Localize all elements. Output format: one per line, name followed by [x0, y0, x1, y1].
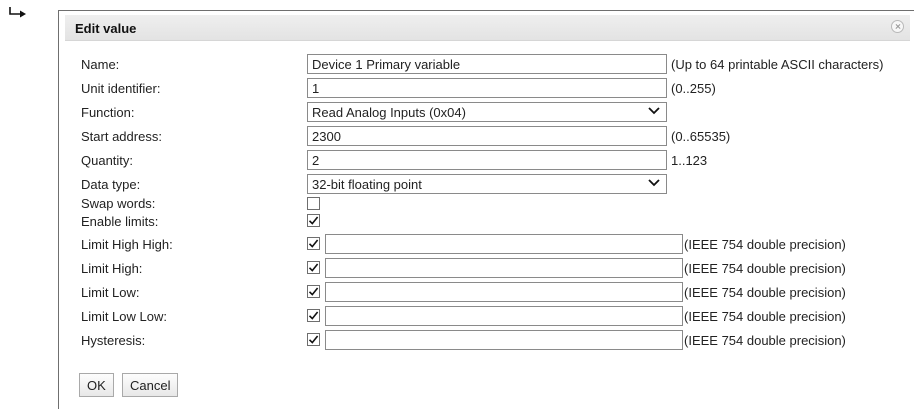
start-address-label: Start address:: [81, 129, 162, 144]
checkmark-icon: [308, 335, 319, 344]
enable-limits-label: Enable limits:: [81, 214, 159, 229]
limit-high-checkbox[interactable]: [307, 261, 320, 274]
dialog-titlebar: Edit value: [65, 15, 910, 41]
limit-high-input[interactable]: [325, 258, 683, 278]
limit-high-high-checkbox[interactable]: [307, 237, 320, 250]
limit-low-hint: (IEEE 754 double precision): [684, 285, 846, 300]
swap-words-label: Swap words:: [81, 196, 156, 211]
checkmark-icon: [308, 287, 319, 296]
function-select[interactable]: Read Analog Inputs (0x04): [307, 102, 667, 122]
close-icon[interactable]: [891, 20, 904, 33]
unit-identifier-input[interactable]: [307, 78, 667, 98]
data-type-select[interactable]: 32-bit floating point: [307, 174, 667, 194]
function-selected-value: Read Analog Inputs (0x04): [312, 105, 466, 120]
cancel-button[interactable]: Cancel: [122, 373, 179, 397]
checkmark-icon: [308, 216, 319, 225]
hysteresis-hint: (IEEE 754 double precision): [684, 333, 846, 348]
edit-value-dialog: Edit value Name: (Up to 64 printable ASC…: [58, 10, 914, 409]
data-type-selected-value: 32-bit floating point: [312, 177, 422, 192]
swap-words-checkbox[interactable]: [307, 197, 320, 210]
name-input[interactable]: [307, 54, 667, 74]
unit-identifier-hint: (0..255): [671, 81, 716, 96]
limit-low-low-label: Limit Low Low:: [81, 309, 167, 324]
start-address-input[interactable]: [307, 126, 667, 146]
limit-low-low-checkbox[interactable]: [307, 309, 320, 322]
limit-low-label: Limit Low:: [81, 285, 140, 300]
chevron-down-icon: [648, 107, 660, 115]
enable-limits-checkbox[interactable]: [307, 214, 320, 227]
limit-high-high-input[interactable]: [325, 234, 683, 254]
checkmark-icon: [308, 263, 319, 272]
limit-low-low-hint: (IEEE 754 double precision): [684, 309, 846, 324]
dialog-title: Edit value: [75, 21, 137, 36]
limit-high-label: Limit High:: [81, 261, 143, 276]
limit-low-input[interactable]: [325, 282, 683, 302]
return-arrow-icon: [9, 7, 26, 18]
chevron-down-icon: [648, 179, 660, 187]
limit-high-high-label: Limit High High:: [81, 237, 173, 252]
data-type-label: Data type:: [81, 177, 141, 192]
limit-high-hint: (IEEE 754 double precision): [684, 261, 846, 276]
unit-identifier-label: Unit identifier:: [81, 81, 161, 96]
checkmark-icon: [308, 239, 319, 248]
name-label: Name:: [81, 57, 120, 72]
hysteresis-checkbox[interactable]: [307, 333, 320, 346]
name-hint: (Up to 64 printable ASCII characters): [671, 57, 884, 72]
ok-button[interactable]: OK: [79, 373, 114, 397]
hysteresis-label: Hysteresis:: [81, 333, 146, 348]
quantity-input[interactable]: [307, 150, 667, 170]
quantity-label: Quantity:: [81, 153, 134, 168]
limit-low-low-input[interactable]: [325, 306, 683, 326]
quantity-hint: 1..123: [671, 153, 708, 168]
limit-low-checkbox[interactable]: [307, 285, 320, 298]
function-label: Function:: [81, 105, 135, 120]
checkmark-icon: [308, 311, 319, 320]
limit-high-high-hint: (IEEE 754 double precision): [684, 237, 846, 252]
hysteresis-input[interactable]: [325, 330, 683, 350]
start-address-hint: (0..65535): [671, 129, 731, 144]
